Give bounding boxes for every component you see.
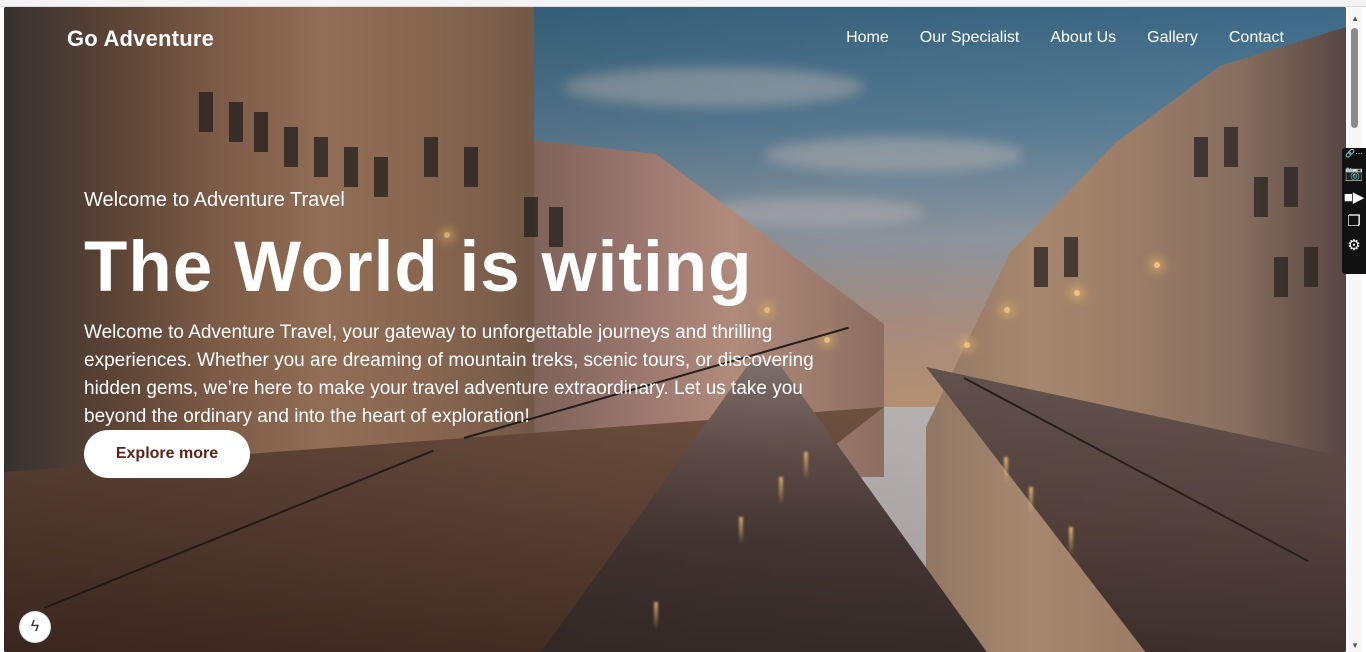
link-more-icon[interactable]: 🔗⋯ (1345, 150, 1363, 158)
nav-our-specialist[interactable]: Our Specialist (920, 29, 1020, 47)
scroll-up-arrow-icon[interactable]: ▲ (1351, 14, 1359, 23)
scrollbar-thumb[interactable] (1351, 28, 1358, 128)
main-nav: Home Our Specialist About Us Gallery Con… (846, 29, 1284, 47)
hero-description: Welcome to Adventure Travel, your gatewa… (84, 322, 814, 427)
nav-home[interactable]: Home (846, 29, 889, 47)
nav-contact[interactable]: Contact (1229, 29, 1284, 47)
nav-about-us[interactable]: About Us (1050, 29, 1116, 47)
gear-icon[interactable]: ⚙ (1347, 237, 1360, 254)
browser-top-edge (0, 0, 1366, 7)
explore-more-button[interactable]: Explore more (84, 430, 250, 478)
brand-logo[interactable]: Go Adventure (67, 26, 214, 52)
side-toolbar: 🔗⋯ 📷 ■▶ ❐ ⚙ (1342, 148, 1366, 274)
scroll-down-arrow-icon[interactable]: ▼ (1351, 641, 1359, 650)
hero-section: Go Adventure Home Our Specialist About U… (4, 7, 1346, 652)
hero-headline: The World is witing (84, 228, 753, 307)
hero-eyebrow: Welcome to Adventure Travel (84, 189, 345, 211)
camera-icon[interactable]: 📷 (1345, 165, 1364, 182)
lightning-icon[interactable]: ϟ (20, 612, 50, 642)
video-icon[interactable]: ■▶ (1344, 189, 1365, 206)
nav-gallery[interactable]: Gallery (1147, 29, 1198, 47)
copy-icon[interactable]: ❐ (1347, 213, 1360, 230)
